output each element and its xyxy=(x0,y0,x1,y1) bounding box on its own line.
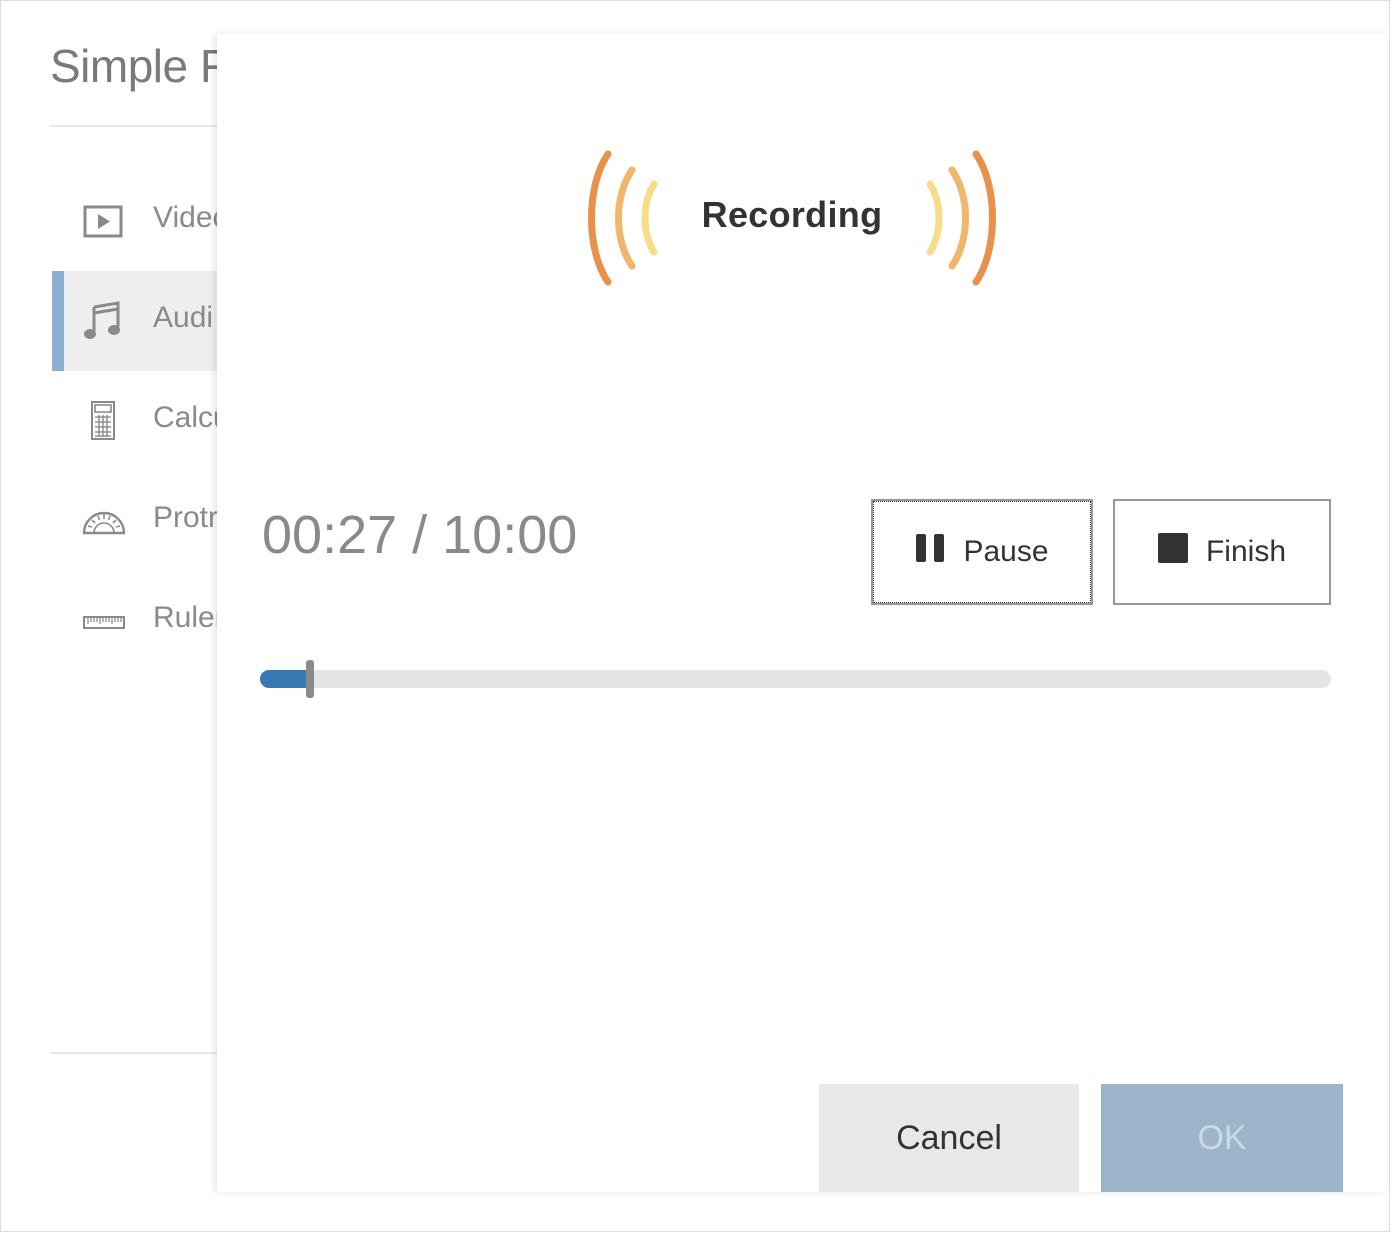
sidebar-item-audio[interactable]: Audi xyxy=(52,271,222,371)
sidebar-item-video[interactable]: Videc xyxy=(52,171,228,271)
active-indicator xyxy=(52,271,64,371)
recording-status: Recording xyxy=(582,148,1002,288)
stop-icon xyxy=(1157,533,1188,571)
calculator-icon xyxy=(82,401,126,441)
progress-fill xyxy=(260,670,308,688)
sidebar-item-label: Audi xyxy=(153,301,214,334)
sidebar-item-label: Protr xyxy=(153,501,219,534)
sidebar-item-label: Ruler xyxy=(153,601,225,634)
video-icon xyxy=(82,201,126,241)
time-readout: 00:27 / 10:00 xyxy=(262,505,578,565)
pause-icon xyxy=(915,533,945,571)
footer-divider xyxy=(50,1052,220,1054)
progress-handle[interactable] xyxy=(306,660,314,698)
sidebar-item-protractor[interactable]: Protr xyxy=(52,471,222,571)
ok-button[interactable]: OK xyxy=(1101,1084,1343,1192)
pause-button[interactable]: Pause xyxy=(871,499,1093,605)
sound-waves-icon xyxy=(912,148,1002,288)
ruler-icon xyxy=(82,601,126,641)
music-note-icon xyxy=(82,301,126,341)
recording-progress-bar[interactable] xyxy=(260,660,1331,698)
sidebar-item-calculator[interactable]: Calcu xyxy=(52,371,230,471)
cancel-button[interactable]: Cancel xyxy=(819,1084,1079,1192)
protractor-icon xyxy=(82,501,126,541)
finish-button[interactable]: Finish xyxy=(1113,499,1331,605)
sidebar-item-ruler[interactable]: Ruler xyxy=(52,571,225,671)
audio-recording-dialog: Recording 00:27 / 10:00 Pause Finish Can… xyxy=(217,34,1387,1192)
finish-label: Finish xyxy=(1205,535,1287,568)
header-divider xyxy=(50,125,220,127)
page-title: Simple F xyxy=(50,40,228,92)
pause-label: Pause xyxy=(963,535,1049,568)
